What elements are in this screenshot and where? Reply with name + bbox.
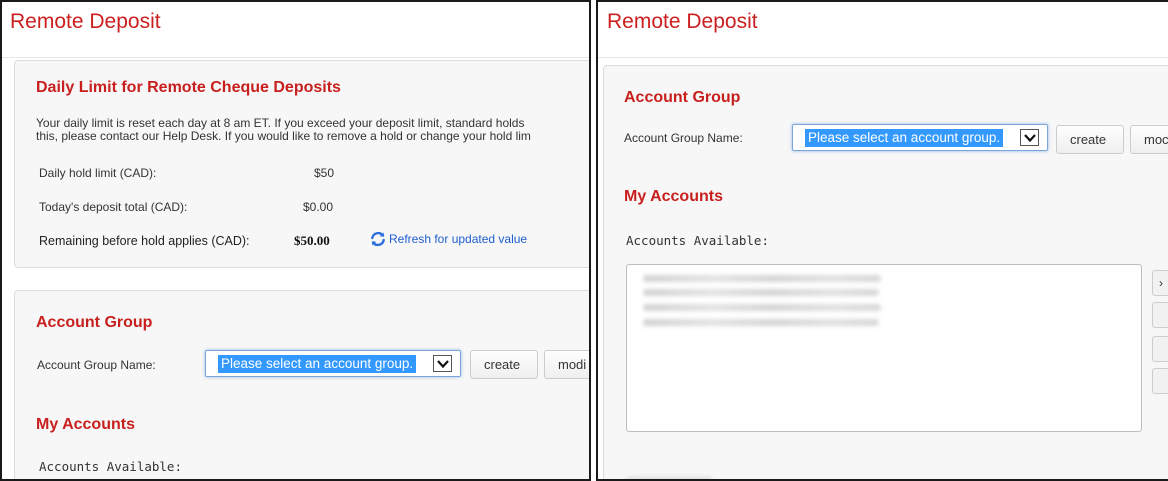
right-panel: Remote Deposit Account Group Account Gro… (596, 0, 1168, 481)
chevron-down-icon[interactable] (433, 355, 452, 372)
accounts-available-label: Accounts Available: (626, 233, 769, 248)
modify-button[interactable]: modi (544, 350, 589, 379)
create-button[interactable]: create (1056, 125, 1124, 154)
daily-limit-heading: Daily Limit for Remote Cheque Deposits (36, 79, 341, 96)
account-group-name-label: Account Group Name: (37, 358, 156, 372)
my-accounts-heading: My Accounts (36, 416, 135, 433)
page-title: Remote Deposit (607, 10, 758, 33)
remove-all-accounts-button[interactable] (1152, 368, 1168, 394)
account-group-heading: Account Group (624, 89, 741, 106)
account-group-select-value: Please select an account group. (218, 355, 417, 373)
refresh-link-label: Refresh for updated value (389, 232, 528, 246)
account-group-select-value: Please select an account group. (805, 129, 1004, 147)
accounts-available-list[interactable] (626, 264, 1142, 432)
page-title: Remote Deposit (10, 10, 161, 33)
daily-limit-description-line2: this, please contact our Help Desk. If y… (36, 129, 531, 143)
accounts-available-label: Accounts Available: (39, 459, 182, 474)
account-group-name-label: Account Group Name: (624, 131, 743, 145)
title-divider (2, 57, 589, 58)
cut-off-label (626, 477, 712, 479)
list-item[interactable] (643, 304, 881, 311)
left-panel: Remote Deposit Daily Limit for Remote Ch… (0, 0, 591, 481)
account-group-select[interactable]: Please select an account group. (792, 124, 1048, 151)
modify-button[interactable]: moc (1130, 125, 1168, 154)
account-group-select[interactable]: Please select an account group. (205, 350, 461, 377)
refresh-link[interactable]: Refresh for updated value (370, 231, 527, 247)
screenshot-canvas: Remote Deposit Daily Limit for Remote Ch… (0, 0, 1168, 481)
add-all-accounts-button[interactable] (1152, 302, 1168, 328)
todays-deposit-total-value: $0.00 (303, 200, 334, 214)
todays-deposit-total-label: Today's deposit total (CAD): (39, 200, 188, 214)
remaining-before-hold-label: Remaining before hold applies (CAD): (39, 234, 250, 248)
list-item[interactable] (643, 319, 879, 326)
list-item[interactable] (643, 289, 879, 296)
remove-account-button[interactable] (1152, 336, 1168, 362)
list-item[interactable] (643, 275, 881, 282)
daily-hold-limit-label: Daily hold limit (CAD): (39, 166, 157, 180)
chevron-down-icon[interactable] (1020, 129, 1039, 146)
daily-hold-limit-value: $50 (314, 166, 335, 180)
my-accounts-heading: My Accounts (624, 188, 723, 205)
create-button[interactable]: create (470, 350, 538, 379)
title-divider (598, 57, 1168, 58)
account-group-heading: Account Group (36, 314, 153, 331)
add-account-button[interactable]: › (1152, 270, 1168, 296)
remaining-before-hold-value: $50.00 (294, 233, 330, 248)
refresh-icon (370, 231, 386, 247)
